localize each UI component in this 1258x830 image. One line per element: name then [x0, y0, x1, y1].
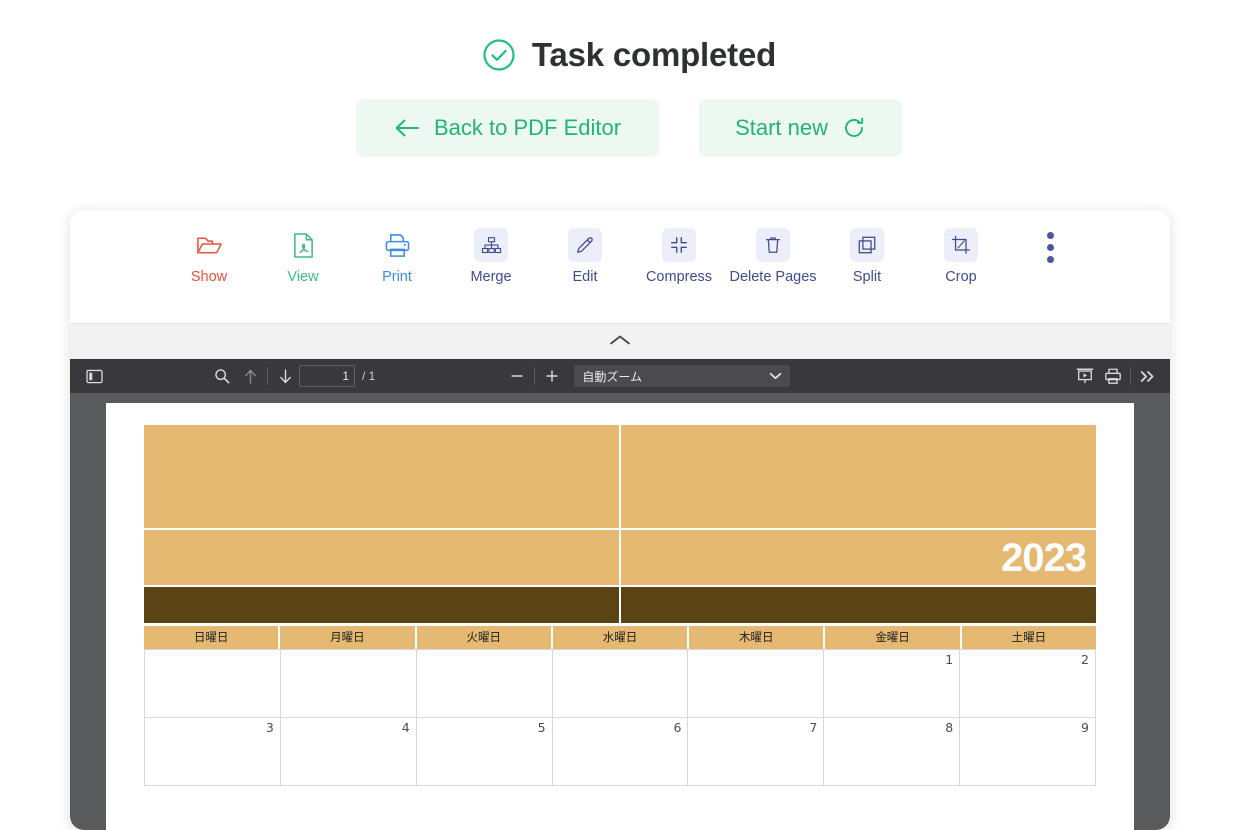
search-icon[interactable]	[208, 363, 236, 389]
page-title: Task completed	[531, 36, 777, 73]
accent-cell-right	[621, 587, 1096, 623]
hero-cell-left-bottom	[144, 530, 619, 585]
calendar-hero-band: 2023	[144, 425, 1096, 585]
calendar-cell[interactable]: 7	[688, 718, 825, 786]
hero-cell-right-bottom: 2023	[621, 530, 1096, 585]
calendar-cell[interactable]	[688, 650, 825, 718]
trash-icon	[756, 228, 790, 262]
zoom-in-button[interactable]	[538, 363, 566, 389]
calendar-cell[interactable]	[416, 650, 553, 718]
tool-view-label: View	[287, 269, 319, 285]
tool-edit[interactable]: Edit	[538, 228, 632, 286]
calendar-date-grid: 1 2 3 4 5 6 7 8 9	[144, 649, 1096, 786]
calendar-cell[interactable]: 3	[145, 718, 281, 786]
day-header-saturday: 土曜日	[961, 626, 1096, 649]
zoom-level-value: 自動ズーム	[582, 369, 642, 384]
tool-compress[interactable]: Compress	[632, 228, 726, 286]
tool-edit-label: Edit	[572, 269, 598, 285]
printer-icon	[380, 228, 414, 262]
calendar-cell[interactable]: 6	[552, 718, 689, 786]
sidebar-toggle-icon[interactable]	[80, 363, 108, 389]
tool-delete-pages[interactable]: Delete Pages	[726, 228, 820, 286]
day-header-thursday: 木曜日	[689, 626, 824, 649]
zoom-out-button[interactable]	[503, 363, 531, 389]
double-chevron-right-icon[interactable]	[1134, 363, 1162, 389]
page-number-input[interactable]	[299, 365, 355, 387]
pdf-viewer-toolbar: / 1 自動ズーム	[70, 359, 1170, 393]
hero-cell-right-top	[621, 425, 1096, 528]
tool-print[interactable]: Print	[350, 228, 444, 286]
tool-compress-label: Compress	[645, 269, 713, 285]
more-vertical-icon[interactable]	[1020, 228, 1080, 263]
tool-merge-label: Merge	[470, 269, 512, 285]
tool-crop-label: Crop	[945, 269, 977, 285]
calendar-cell[interactable]: 2	[960, 650, 1096, 718]
compress-icon	[662, 228, 696, 262]
open-folder-icon	[192, 228, 226, 262]
pdf-page: 2023 日曜日 月曜日 火曜日 水曜日 木曜日 金曜日 土曜日 1 2 3 4…	[106, 403, 1134, 830]
toolbar-divider	[267, 367, 268, 385]
print-icon[interactable]	[1099, 363, 1127, 389]
merge-tree-icon	[474, 228, 508, 262]
back-to-pdf-editor-button[interactable]: Back to PDF Editor	[355, 99, 660, 157]
start-new-label: Start new	[735, 115, 828, 140]
arrow-down-icon[interactable]	[271, 363, 299, 389]
calendar-cell[interactable]	[552, 650, 689, 718]
presentation-mode-icon[interactable]	[1071, 363, 1099, 389]
calendar-cell[interactable]	[145, 650, 281, 718]
tool-show[interactable]: Show	[162, 228, 256, 286]
split-pages-icon	[850, 228, 884, 262]
day-header-monday: 月曜日	[280, 626, 415, 649]
toolbar-divider-2	[534, 367, 536, 385]
pdf-viewer-canvas[interactable]: 2023 日曜日 月曜日 火曜日 水曜日 木曜日 金曜日 土曜日 1 2 3 4…	[70, 393, 1170, 830]
tool-split-label: Split	[852, 269, 882, 285]
toolbar-divider-3	[1130, 367, 1131, 385]
day-header-friday: 金曜日	[825, 626, 960, 649]
back-to-pdf-editor-label: Back to PDF Editor	[433, 115, 622, 140]
page-total-label: / 1	[362, 369, 376, 383]
arrow-left-icon	[394, 117, 420, 139]
tool-split[interactable]: Split	[820, 228, 914, 286]
pencil-icon	[568, 228, 602, 262]
check-circle-icon	[482, 38, 516, 72]
calendar-day-headers: 日曜日 月曜日 火曜日 水曜日 木曜日 金曜日 土曜日	[144, 626, 1096, 649]
arrow-up-icon[interactable]	[236, 363, 264, 389]
zoom-level-select[interactable]: 自動ズーム	[574, 365, 791, 387]
refresh-icon	[842, 116, 866, 140]
chevron-down-icon	[769, 369, 782, 383]
calendar-cell[interactable]: 9	[960, 718, 1096, 786]
calendar-cell[interactable]	[280, 650, 417, 718]
start-new-button[interactable]: Start new	[699, 99, 902, 157]
action-buttons: Back to PDF Editor Start new	[0, 99, 1258, 157]
calendar-cell[interactable]: 1	[824, 650, 961, 718]
status-header: Task completed	[0, 0, 1258, 74]
pdf-toolbar-right-group	[1071, 363, 1162, 389]
calendar-year: 2023	[1001, 535, 1087, 580]
calendar-cell[interactable]: 5	[416, 718, 553, 786]
collapse-toolbar-button[interactable]	[70, 323, 1170, 359]
accent-cell-left	[144, 587, 619, 623]
tool-merge[interactable]: Merge	[444, 228, 538, 286]
tool-delete-pages-label: Delete Pages	[729, 269, 817, 285]
tool-show-label: Show	[190, 269, 228, 285]
calendar-accent-band	[144, 587, 1096, 623]
calendar-cell[interactable]: 4	[280, 718, 417, 786]
pdf-app-card: Show View Print Merge Edit Compress Dele…	[70, 210, 1170, 830]
day-header-tuesday: 火曜日	[416, 626, 551, 649]
day-header-sunday: 日曜日	[144, 626, 279, 649]
tool-crop[interactable]: Crop	[914, 228, 1008, 286]
pdf-tools-toolbar: Show View Print Merge Edit Compress Dele…	[70, 210, 1170, 323]
tool-view[interactable]: View	[256, 228, 350, 286]
pdf-file-icon	[286, 228, 320, 262]
hero-cell-left-top	[144, 425, 619, 528]
chevron-up-icon	[608, 333, 632, 351]
calendar-cell[interactable]: 8	[824, 718, 961, 786]
tool-print-label: Print	[382, 269, 412, 285]
day-header-wednesday: 水曜日	[552, 626, 688, 649]
crop-icon	[944, 228, 978, 262]
